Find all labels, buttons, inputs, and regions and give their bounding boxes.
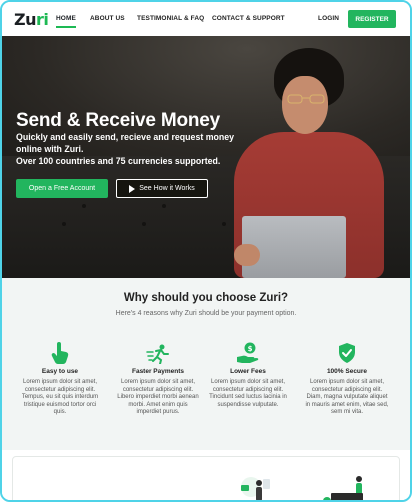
next-section-card (12, 456, 400, 500)
nav-home[interactable]: HOME (56, 15, 76, 22)
zuri-logo[interactable]: Zuri (14, 10, 49, 29)
sofa-tuft (62, 222, 66, 226)
feature-faster-payments: Faster Payments Lorem ipsum dolor sit am… (116, 340, 200, 417)
nav-testimonial-faq[interactable]: TESTIMONIAL & FAQ (137, 15, 204, 22)
feature-lower-fees: $ Lower Fees Lorem ipsum dolor sit amet,… (206, 340, 290, 409)
person-hand (234, 244, 260, 266)
hand-pointer-icon (18, 340, 102, 364)
running-person-icon (116, 340, 200, 364)
feature-title: Lower Fees (230, 368, 266, 375)
hero-section: Send & Receive Money Quickly and easily … (2, 36, 410, 278)
sofa-tuft (82, 204, 86, 208)
nav-about-us[interactable]: ABOUT US (90, 15, 125, 22)
why-title: Why should you choose Zuri? (123, 292, 289, 304)
hand-coin-icon: $ (206, 340, 290, 364)
nav-contact-support[interactable]: CONTACT & SUPPORT (212, 15, 285, 22)
logo-main: Zu (14, 10, 37, 29)
feature-description: Lorem ipsum dolor sit amet, consectetur … (21, 379, 99, 415)
feature-description: Lorem ipsum dolor sit amet, consectetur … (117, 379, 199, 415)
nav-login[interactable]: LOGIN (318, 15, 339, 22)
page-frame: Zuri HOME ABOUT US TESTIMONIAL & FAQ CON… (0, 0, 412, 502)
why-subtitle: Here's 4 reasons why Zuri should be your… (115, 310, 297, 317)
hero-subtitle: Quickly and easily send, recieve and req… (16, 131, 246, 167)
sofa-tuft (162, 204, 166, 208)
see-how-it-works-button[interactable]: See How it Works (116, 179, 208, 198)
feature-title: Faster Payments (131, 368, 185, 375)
feature-description: Lorem ipsum dolor sit amet, consectetur … (209, 379, 287, 408)
sofa-tuft (222, 222, 226, 226)
feature-100-secure: 100% Secure Lorem ipsum dolor sit amet, … (305, 340, 389, 417)
sofa-tuft (142, 222, 146, 226)
feature-title: Easy to use (41, 368, 79, 375)
top-nav: Zuri HOME ABOUT US TESTIMONIAL & FAQ CON… (2, 2, 410, 36)
illustration-icon (241, 476, 363, 500)
hero-subtitle-line-2: Over 100 countries and 75 currencies sup… (16, 156, 221, 166)
nav-active-underline (56, 26, 76, 28)
person-laptop (242, 216, 346, 278)
hero-title: Send & Receive Money (16, 110, 221, 131)
shield-check-icon (305, 340, 389, 364)
register-button[interactable]: REGISTER (348, 10, 396, 28)
glasses-icon (287, 94, 325, 104)
svg-text:$: $ (248, 345, 253, 353)
see-how-it-works-label: See How it Works (139, 185, 195, 192)
feature-description: Lorem ipsum dolor sit amet, consectetur … (305, 379, 389, 415)
logo-accent: ri (36, 10, 49, 29)
feature-title: 100% Secure (326, 368, 368, 375)
open-free-account-button[interactable]: Open a Free Account (16, 179, 108, 198)
feature-easy-to-use: Easy to use Lorem ipsum dolor sit amet, … (18, 340, 102, 417)
play-icon (129, 184, 136, 193)
person-face (282, 76, 328, 134)
hero-subtitle-line: Quickly and easily send, recieve and req… (16, 132, 235, 154)
